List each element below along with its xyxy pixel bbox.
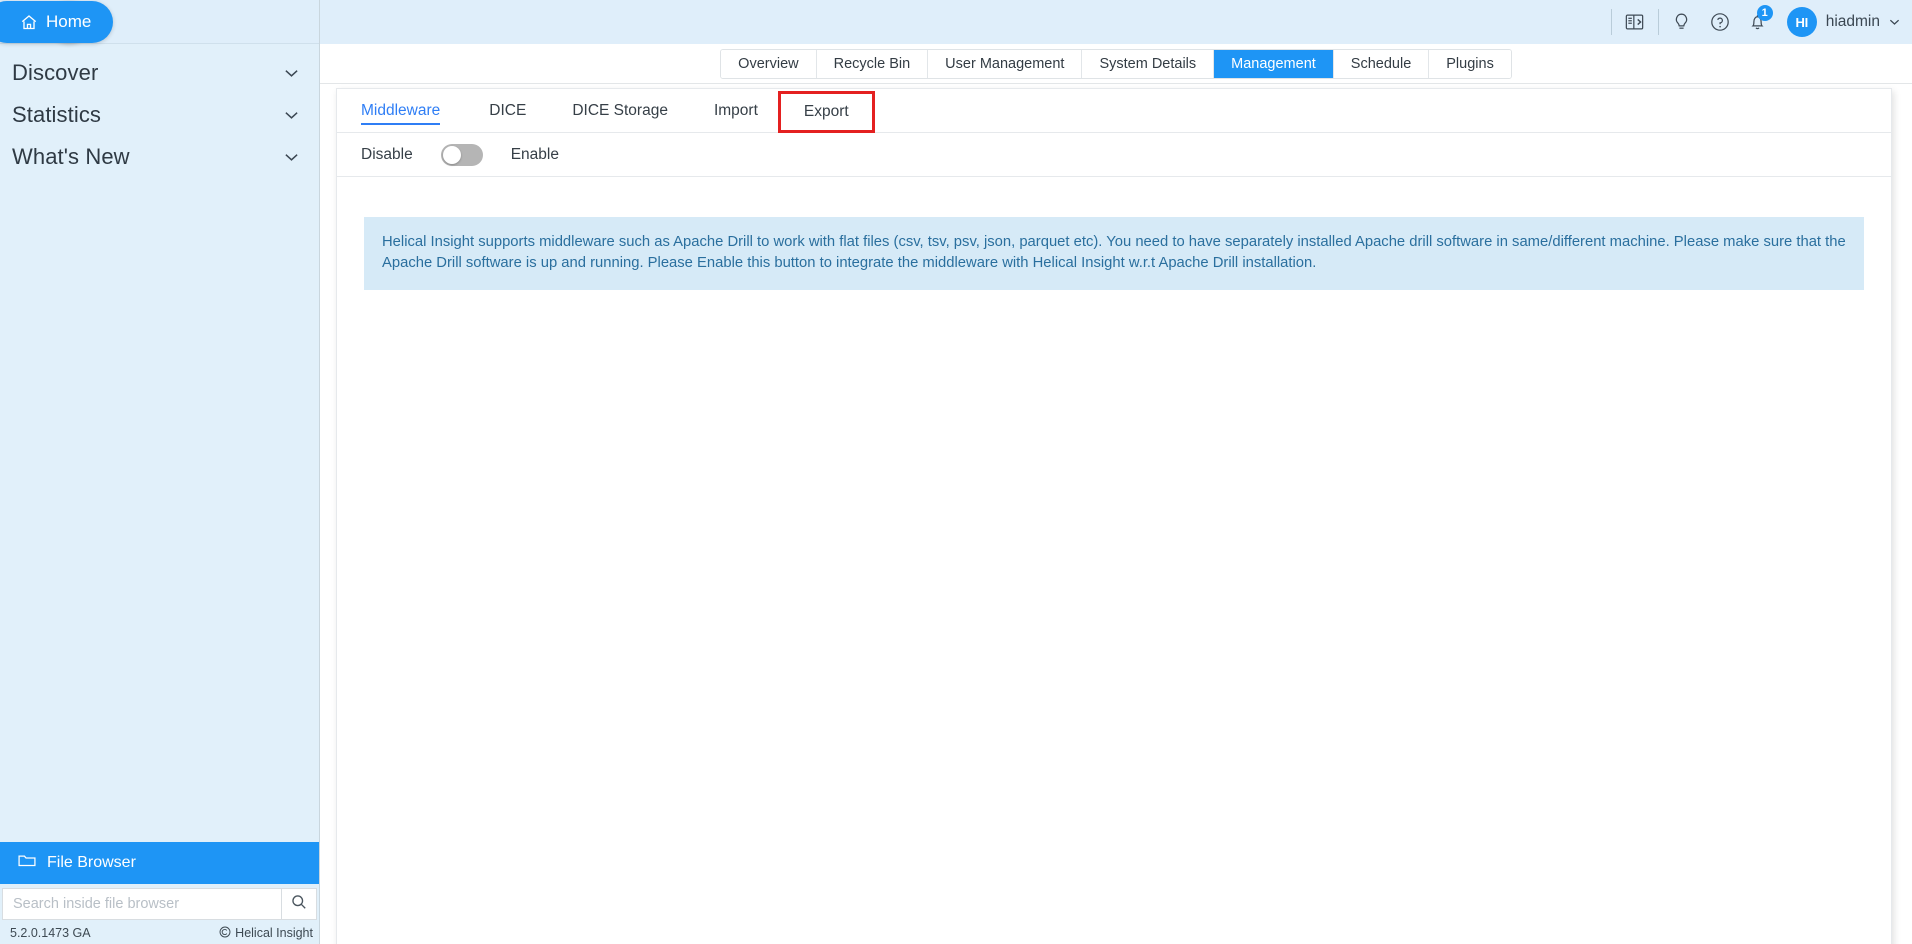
app-root: Home Discover Statistics What's New File… [0,0,1912,944]
sidebar: Home Discover Statistics What's New File… [0,0,320,944]
chevron-down-icon[interactable] [284,110,299,120]
chevron-down-icon[interactable] [1889,13,1900,31]
search-icon [291,894,307,915]
breadcrumb: Home [0,0,319,44]
sidebar-footer: 5.2.0.1473 GA Helical Insight [0,922,319,944]
help-circle-icon[interactable] [1701,3,1739,41]
toggle-knob [442,145,461,164]
panel-toggle-icon[interactable] [1616,3,1654,41]
subtab-export[interactable]: Export [777,90,875,133]
tab-user-management[interactable]: User Management [928,49,1083,78]
search-input[interactable] [2,888,281,920]
file-browser-label: File Browser [47,854,136,871]
sidebar-nav: Discover Statistics What's New [0,44,319,178]
header-bar: 1 HI hiadmin [320,0,1912,44]
brand-label: Helical Insight [219,926,313,941]
bell-icon[interactable]: 1 [1739,3,1777,41]
tab-recycle-bin[interactable]: Recycle Bin [816,49,929,78]
version-label: 5.2.0.1473 GA [10,926,91,940]
toggle-off-label: Disable [361,145,413,163]
sidebar-item-statistics[interactable]: Statistics [0,94,319,136]
sidebar-item-label: What's New [12,144,130,169]
brand-name: Helical Insight [235,926,313,940]
info-banner: Helical Insight supports middleware such… [364,217,1864,290]
tab-plugins[interactable]: Plugins [1429,49,1511,78]
sidebar-item-label: Statistics [12,102,102,127]
sidebar-item-discover[interactable]: Discover [0,52,319,94]
management-panel: Middleware DICE DICE Storage Import Expo… [336,88,1892,944]
breadcrumb-home-label: Home [46,12,92,31]
main-content: Overview Recycle Bin User Management Sys… [320,44,1912,944]
tab-system-details[interactable]: System Details [1082,49,1215,78]
subtab-middleware[interactable]: Middleware [361,90,466,132]
notification-badge: 1 [1756,5,1773,21]
tab-group: Overview Recycle Bin User Management Sys… [720,48,1512,79]
sidebar-item-whats-new[interactable]: What's New [0,136,319,178]
chevron-down-icon[interactable] [284,68,299,78]
tab-schedule[interactable]: Schedule [1333,49,1430,78]
tab-management[interactable]: Management [1214,49,1334,78]
sidebar-item-label: Discover [12,60,99,85]
primary-tabs: Overview Recycle Bin User Management Sys… [320,44,1912,84]
folder-icon [18,853,36,873]
middleware-toggle[interactable] [440,143,483,166]
avatar: HI [1786,7,1817,37]
toggle-on-label: Enable [510,145,559,163]
header-divider [1610,9,1612,35]
chevron-down-icon[interactable] [284,152,299,162]
tab-overview[interactable]: Overview [721,49,817,78]
subtab-import[interactable]: Import [691,90,781,132]
search-button[interactable] [281,888,317,920]
subtab-dice-storage[interactable]: DICE Storage [549,90,691,132]
middleware-toggle-row: Disable Enable [337,133,1891,177]
header-divider [1657,9,1659,35]
file-browser-button[interactable]: File Browser [0,842,319,884]
copyright-icon [219,926,231,941]
secondary-tabs: Middleware DICE DICE Storage Import Expo… [337,89,1891,133]
breadcrumb-home[interactable]: Home [0,1,114,43]
user-name-label: hiadmin [1825,13,1880,30]
lightbulb-icon[interactable] [1663,3,1701,41]
user-menu[interactable]: HI hiadmin [1786,7,1900,37]
home-icon [20,14,38,31]
subtab-dice[interactable]: DICE [466,90,549,132]
file-browser-search [0,886,319,922]
